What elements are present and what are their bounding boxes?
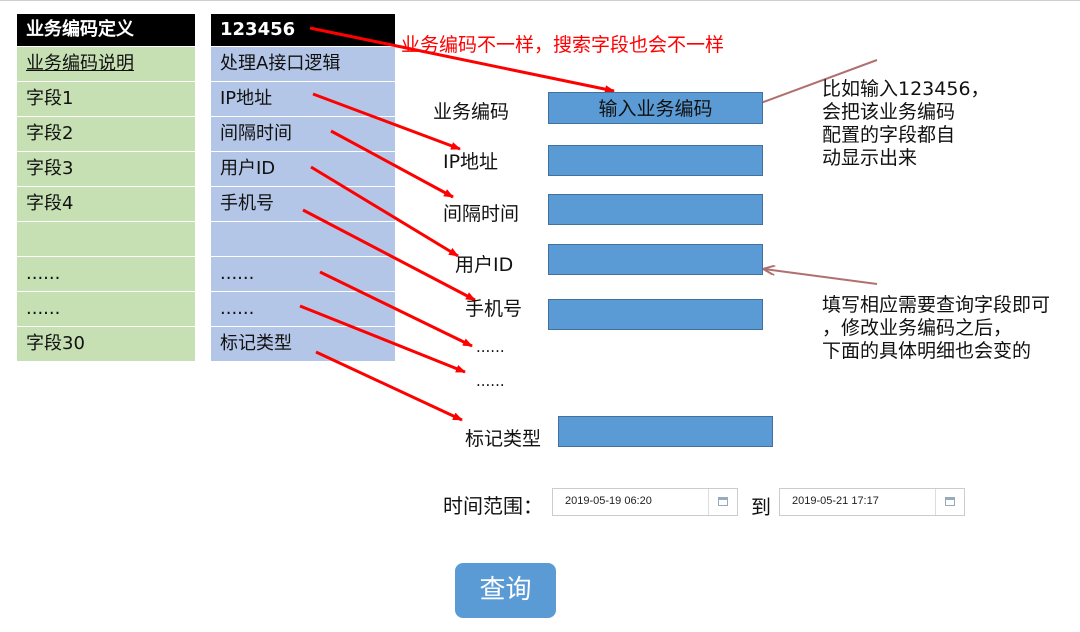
query-button[interactable]: 查询 [455,563,556,618]
arrow-note2 [764,269,878,285]
business-code-placeholder: 输入业务编码 [598,98,713,120]
to-label: 到 [751,495,771,519]
start-time-picker[interactable]: 2019-05-19 06:20 [552,488,738,516]
note-fill-fields: 填写相应需要查询字段即可 ，修改业务编码之后， 下面的具体明细也会变的 [822,294,1050,363]
interval-input[interactable] [548,194,763,225]
business-code-label: 业务编码 [433,101,510,123]
note-line: 下面的具体明细也会变的 [822,340,1032,362]
userid-input[interactable] [548,244,763,275]
picker-divider [708,489,709,515]
ip-input[interactable] [548,145,763,176]
end-time-value: 2019-05-21 17:17 [792,495,879,507]
end-time-picker[interactable]: 2019-05-21 17:17 [779,488,965,516]
note-autofill: 比如输入123456， 会把该业务编码 配置的字段都自 动显示出来 [822,78,990,170]
calendar-icon[interactable] [718,497,728,506]
note-line: 配置的字段都自 [822,124,956,146]
phone-label: 手机号 [465,298,523,320]
phone-input[interactable] [548,299,763,330]
picker-divider [935,489,936,515]
ellipsis-2: ...... [476,372,505,390]
ellipsis-1: ...... [476,338,505,356]
mark-type-input[interactable] [558,416,773,447]
time-range-label: 时间范围： [443,494,543,518]
calendar-icon[interactable] [945,497,955,506]
arrow-ellipsis1 [319,270,473,348]
red-annotation: 业务编码不一样，搜索字段也会不一样 [401,34,725,56]
interval-label: 间隔时间 [443,203,520,225]
start-time-value: 2019-05-19 06:20 [565,495,652,507]
note-line: 填写相应需要查询字段即可 [822,294,1051,316]
ip-label: IP地址 [443,151,499,173]
mark-type-label: 标记类型 [465,428,542,450]
business-code-input[interactable]: 输入业务编码 [548,92,763,124]
note-line: 会把该业务编码 [822,101,956,123]
arrow-userid [310,165,459,258]
note-line: 动显示出来 [822,147,918,169]
note-line: 比如输入123456， [822,78,990,100]
note-line: ，修改业务编码之后， [822,317,1013,339]
arrow-ellipsis2 [299,304,466,374]
userid-label: 用户ID [455,254,514,276]
